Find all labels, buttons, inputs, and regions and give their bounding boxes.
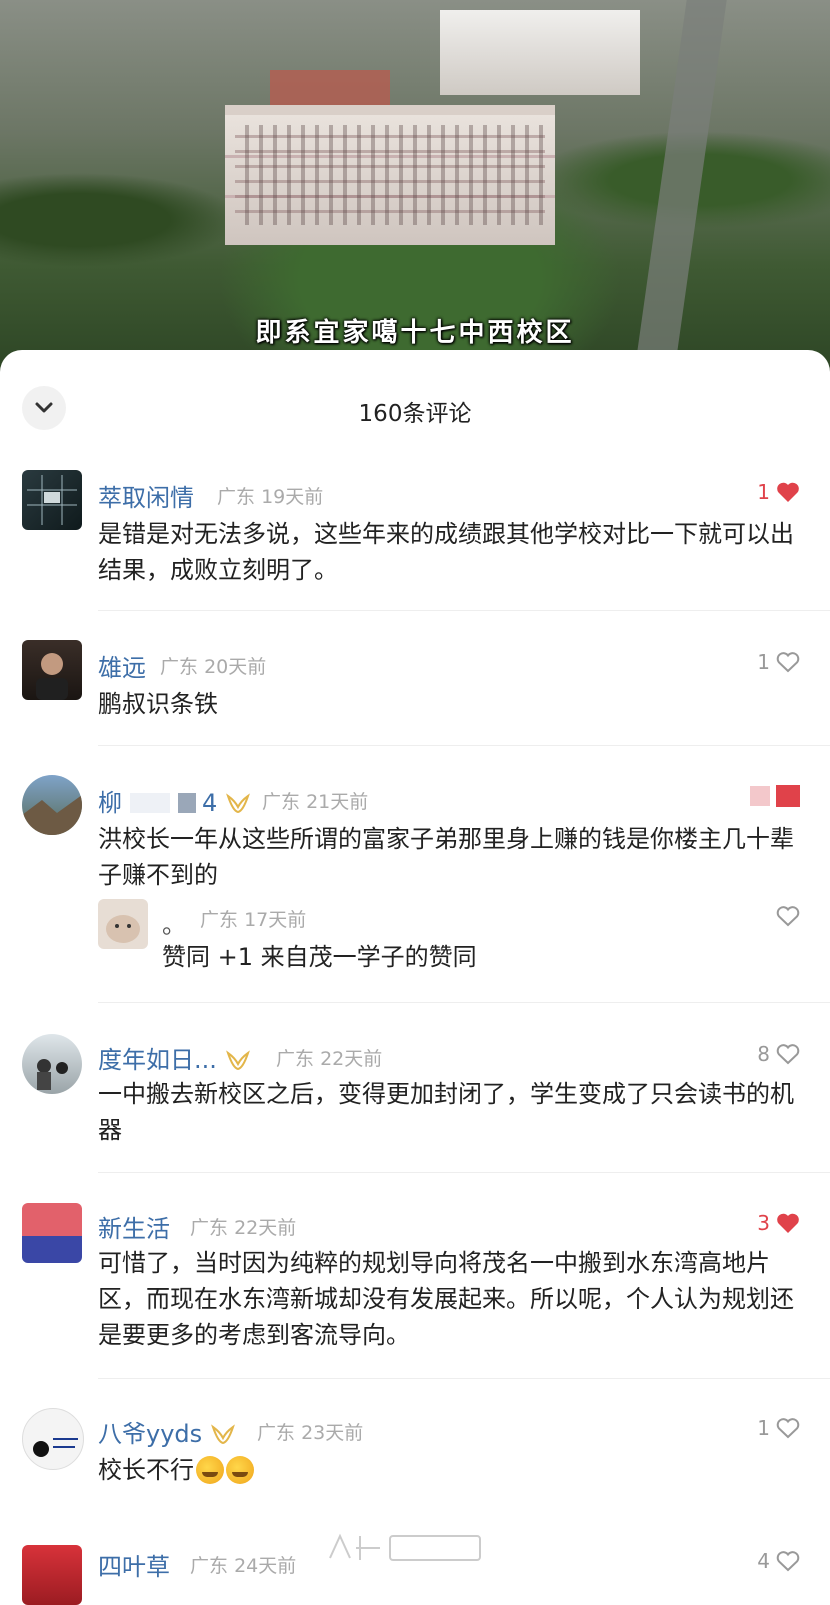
heart-filled-icon [777,1213,799,1233]
avatar[interactable] [22,1034,82,1094]
heart-outline-icon [776,1551,800,1572]
reply-region: 广东 [200,909,239,931]
heart-outline-icon [776,1044,800,1065]
video-frame[interactable]: 即系宜家噶十七中西校区 [0,0,830,380]
comment-region: 广东 [217,486,256,508]
commenter-name-text: 度年如日... [98,1046,217,1074]
like-button[interactable]: 1 [757,650,800,674]
building-windows [235,125,545,225]
watermark [320,1528,490,1574]
heart-outline-icon [776,906,800,927]
comment-region: 广东 [257,1422,296,1444]
video-caption: 即系宜家噶十七中西校区 [255,318,575,348]
comment-time: 22天前 [320,1048,383,1070]
commenter-name[interactable]: 四叶草 [98,1547,170,1582]
commenter-name-text: 八爷yyds [98,1420,203,1448]
comment-meta: 广东 24天前 [190,1551,296,1578]
comment-time: 20天前 [204,656,267,678]
like-count: 8 [757,1042,770,1066]
like-count: 1 [757,480,770,504]
like-button[interactable] [750,785,800,807]
comment-region: 广东 [190,1555,229,1577]
comment-meta: 广东 19天前 [217,482,323,509]
commenter-name-text: 柳 [98,789,122,817]
divider [98,745,830,746]
comment-meta: 广东 20天前 [160,652,266,679]
comment-count-title: 160条评论 [358,401,472,427]
like-count: 3 [757,1211,770,1235]
comment-meta: 广东 22天前 [190,1213,296,1240]
reply-meta: 广东 17天前 [200,905,306,932]
comment-meta: 广东 23天前 [257,1418,363,1445]
comment-time: 19天前 [261,486,324,508]
commenter-name[interactable]: 新生活 [98,1209,170,1244]
crying-laughing-emoji-icon [196,1456,224,1484]
reply-avatar[interactable] [98,899,148,949]
divider [98,1002,830,1003]
avatar[interactable] [22,1203,82,1263]
avatar[interactable] [22,1545,82,1605]
comment-text: 鹏叔识条铁 [98,690,218,718]
divider [98,1378,830,1379]
avatar[interactable] [22,775,82,835]
comment-region: 广东 [276,1048,315,1070]
comment-text: 一中搬去新校区之后，变得更加封闭了，学生变成了只会读书的机器 [98,1080,794,1144]
reply-name[interactable]: 。 [162,905,186,940]
divider [98,610,830,611]
comment-text: 是错是对无法多说，这些年来的成绩跟其他学校对比一下就可以出结果，成败立刻明了。 [98,520,794,584]
wing-badge-icon [225,793,250,814]
like-button[interactable]: 3 [757,1211,800,1235]
like-count: 4 [757,1549,770,1573]
avatar[interactable] [22,470,82,530]
like-button[interactable]: 4 [757,1549,800,1573]
commenter-name[interactable]: 萃取闲情 [98,478,194,513]
comment-region: 广东 [160,656,199,678]
wing-badge-icon [225,1050,250,1071]
comment-region: 广东 [190,1217,229,1239]
commenter-name[interactable]: 度年如日... [98,1040,251,1075]
heart-outline-icon [776,652,800,673]
heart-outline-icon [776,1418,800,1439]
avatar[interactable] [22,640,82,700]
crying-laughing-emoji-icon [226,1456,254,1484]
like-button[interactable]: 1 [757,1416,800,1440]
comment-time: 22天前 [234,1217,297,1239]
comment-text-content: 校长不行 [98,1456,194,1484]
commenter-name[interactable]: 柳4 [98,783,251,818]
like-button[interactable]: 1 [757,480,800,504]
commenter-name-suffix: 4 [202,789,218,817]
like-button[interactable]: 8 [757,1042,800,1066]
reply-like-button[interactable] [776,905,800,927]
comment-text: 校长不行 [98,1452,800,1488]
heart-filled-icon [776,785,800,807]
commenter-name[interactable]: 雄远 [98,648,146,683]
comment-time: 24天前 [234,1555,297,1577]
divider [98,1172,830,1173]
heart-filled-icon [777,482,799,502]
comment-meta: 广东 21天前 [262,787,368,814]
avatar[interactable] [22,1408,84,1470]
reply-text: 赞同 +1 来自茂一学子的赞同 [162,943,477,971]
rear-building [440,10,640,95]
commenter-name[interactable]: 八爷yyds [98,1414,236,1449]
sports-field [270,70,390,105]
comment-meta: 广东 22天前 [276,1044,382,1071]
comment-time: 21天前 [306,791,369,813]
reply-time: 17天前 [244,909,307,931]
like-count: 1 [757,1416,770,1440]
comment-text: 洪校长一年从这些所谓的富家子弟那里身上赚的钱是你楼主几十辈子赚不到的 [98,825,794,889]
comment-region: 广东 [262,791,301,813]
like-count: 1 [757,650,770,674]
wing-badge-icon [210,1424,235,1445]
comment-time: 23天前 [301,1422,364,1444]
comment-text: 可惜了，当时因为纯粹的规划导向将茂名一中搬到水东湾高地片区，而现在水东湾新城却没… [98,1249,794,1349]
